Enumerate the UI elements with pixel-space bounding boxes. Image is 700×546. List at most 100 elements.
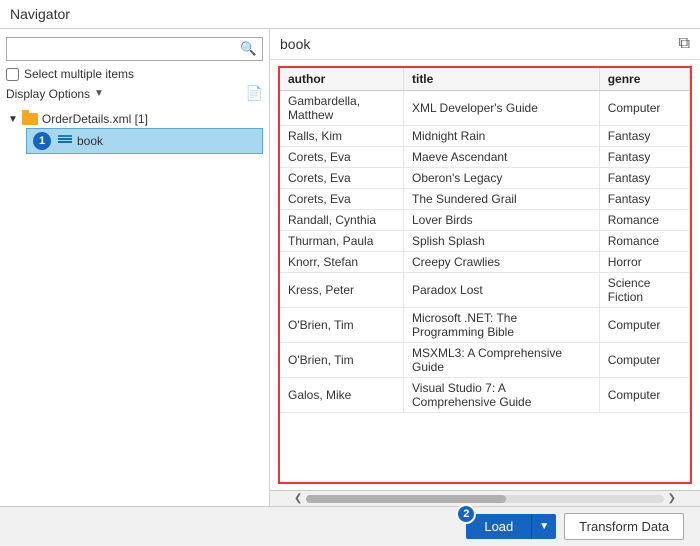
cell-author: Corets, Eva (280, 168, 403, 189)
item-badge-1: 1 (33, 132, 51, 150)
file-icon-button[interactable]: 📄 (246, 85, 263, 102)
display-options-label: Display Options (6, 87, 90, 101)
left-panel: 🔍 Select multiple items Display Options … (0, 29, 270, 506)
cell-genre: Fantasy (599, 189, 689, 210)
select-multiple-label: Select multiple items (24, 67, 134, 81)
cell-genre: Romance (599, 210, 689, 231)
table-body: Gambardella, MatthewXML Developer's Guid… (280, 91, 690, 413)
cell-author: Thurman, Paula (280, 231, 403, 252)
cell-genre: Fantasy (599, 168, 689, 189)
col-header-title: title (403, 68, 599, 91)
table-row[interactable]: Knorr, StefanCreepy CrawliesHorror (280, 252, 690, 273)
search-button[interactable]: 🔍 (235, 38, 262, 60)
load-button[interactable]: Load (466, 514, 531, 539)
table-row[interactable]: Corets, EvaMaeve AscendantFantasy (280, 147, 690, 168)
cell-author: Corets, Eva (280, 147, 403, 168)
table-row[interactable]: O'Brien, TimMSXML3: A Comprehensive Guid… (280, 343, 690, 378)
cell-author: Kress, Peter (280, 273, 403, 308)
copy-icon-button[interactable]: ⧉ (679, 35, 690, 53)
table-header: author title genre (280, 68, 690, 91)
right-panel: book ⧉ author title genre Gambardella, M… (270, 29, 700, 506)
tree-root-label: OrderDetails.xml [1] (42, 112, 148, 126)
cell-title: The Sundered Grail (403, 189, 599, 210)
copy-icon: ⧉ (679, 35, 690, 52)
cell-title: XML Developer's Guide (403, 91, 599, 126)
cell-author: Ralls, Kim (280, 126, 403, 147)
tree-root-item[interactable]: ▼ OrderDetails.xml [1] (6, 110, 263, 128)
scroll-track[interactable] (306, 495, 663, 503)
cell-genre: Computer (599, 308, 689, 343)
cell-genre: Fantasy (599, 126, 689, 147)
cell-title: Oberon's Legacy (403, 168, 599, 189)
app-title: Navigator (10, 6, 70, 22)
transform-data-label: Transform Data (579, 519, 669, 534)
cell-author: Randall, Cynthia (280, 210, 403, 231)
select-multiple-row: Select multiple items (6, 67, 263, 81)
file-icon: 📄 (246, 85, 263, 101)
cell-title: Microsoft .NET: The Programming Bible (403, 308, 599, 343)
scroll-thumb[interactable] (306, 495, 506, 503)
cell-genre: Computer (599, 343, 689, 378)
scroll-left-arrow[interactable]: ❮ (290, 493, 306, 504)
load-button-group: 2 Load ▼ (466, 514, 556, 539)
cell-title: Maeve Ascendant (403, 147, 599, 168)
app-title-bar: Navigator (0, 0, 700, 29)
table-icon (58, 135, 72, 147)
cell-title: MSXML3: A Comprehensive Guide (403, 343, 599, 378)
bottom-bar: 2 Load ▼ Transform Data (0, 506, 700, 546)
table-row[interactable]: Randall, CynthiaLover BirdsRomance (280, 210, 690, 231)
table-row[interactable]: Corets, EvaThe Sundered GrailFantasy (280, 189, 690, 210)
search-input[interactable] (7, 39, 235, 59)
table-row[interactable]: Kress, PeterParadox LostScience Fiction (280, 273, 690, 308)
folder-icon (22, 113, 38, 125)
data-table: author title genre Gambardella, MatthewX… (280, 68, 690, 413)
cell-title: Visual Studio 7: A Comprehensive Guide (403, 378, 599, 413)
load-button-label: Load (484, 519, 513, 534)
scroll-right-arrow[interactable]: ❯ (664, 493, 680, 504)
table-row[interactable]: Ralls, KimMidnight RainFantasy (280, 126, 690, 147)
cell-title: Splish Splash (403, 231, 599, 252)
col-header-author: author (280, 68, 403, 91)
expand-down-icon: ▼ (8, 114, 18, 125)
table-row[interactable]: Galos, MikeVisual Studio 7: A Comprehens… (280, 378, 690, 413)
horizontal-scrollbar[interactable]: ❮ ❯ (270, 490, 700, 506)
cell-genre: Science Fiction (599, 273, 689, 308)
tree-child-item-book[interactable]: 1 book (26, 128, 263, 154)
search-box[interactable]: 🔍 (6, 37, 263, 61)
cell-genre: Computer (599, 91, 689, 126)
search-icon: 🔍 (240, 41, 257, 56)
cell-genre: Horror (599, 252, 689, 273)
cell-author: Gambardella, Matthew (280, 91, 403, 126)
load-dropdown-button[interactable]: ▼ (531, 514, 556, 539)
cell-author: Galos, Mike (280, 378, 403, 413)
cell-title: Paradox Lost (403, 273, 599, 308)
col-header-genre: genre (599, 68, 689, 91)
table-row[interactable]: Corets, EvaOberon's LegacyFantasy (280, 168, 690, 189)
cell-title: Lover Birds (403, 210, 599, 231)
table-row[interactable]: Gambardella, MatthewXML Developer's Guid… (280, 91, 690, 126)
cell-author: O'Brien, Tim (280, 308, 403, 343)
table-row[interactable]: O'Brien, TimMicrosoft .NET: The Programm… (280, 308, 690, 343)
tree-child-container: 1 book (26, 128, 263, 154)
transform-data-button[interactable]: Transform Data (564, 513, 684, 540)
cell-title: Creepy Crawlies (403, 252, 599, 273)
tree-area: ▼ OrderDetails.xml [1] 1 book (6, 110, 263, 498)
main-layout: 🔍 Select multiple items Display Options … (0, 29, 700, 506)
cell-author: Corets, Eva (280, 189, 403, 210)
tree-child-label: book (77, 134, 103, 148)
cell-author: Knorr, Stefan (280, 252, 403, 273)
load-dropdown-arrow: ▼ (539, 521, 549, 532)
display-options-dropdown-arrow[interactable]: ▼ (94, 88, 104, 99)
cell-genre: Fantasy (599, 147, 689, 168)
cell-genre: Romance (599, 231, 689, 252)
display-options-row: Display Options ▼ 📄 (6, 85, 263, 102)
select-multiple-checkbox[interactable] (6, 68, 19, 81)
header-row: author title genre (280, 68, 690, 91)
cell-author: O'Brien, Tim (280, 343, 403, 378)
table-row[interactable]: Thurman, PaulaSplish SplashRomance (280, 231, 690, 252)
cell-title: Midnight Rain (403, 126, 599, 147)
data-table-container[interactable]: author title genre Gambardella, MatthewX… (278, 66, 692, 484)
cell-genre: Computer (599, 378, 689, 413)
right-header: book ⧉ (270, 29, 700, 60)
table-title: book (280, 36, 310, 52)
